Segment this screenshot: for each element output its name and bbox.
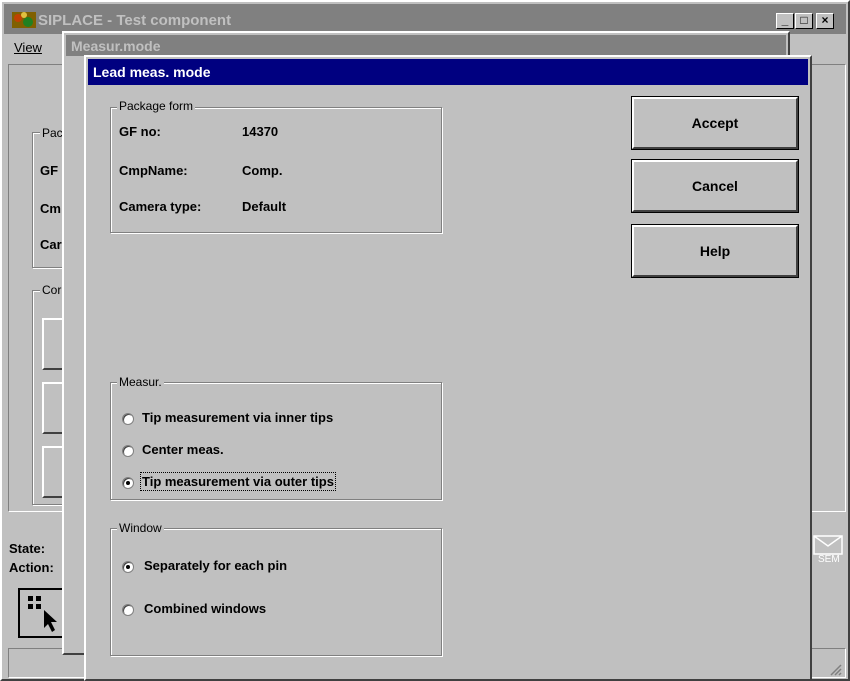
main-comp-legend: Cor <box>40 283 64 297</box>
main-package-legend: Pac <box>40 126 65 140</box>
radio-inner-tips[interactable]: Tip measurement via inner tips <box>122 410 422 428</box>
radio-outer-tips-label: Tip measurement via outer tips <box>140 472 336 491</box>
sem-icon: SEM <box>810 532 846 572</box>
measur-legend: Measur. <box>117 375 164 389</box>
radio-center-meas-circle[interactable] <box>122 445 134 457</box>
radio-inner-tips-circle[interactable] <box>122 413 134 425</box>
radio-outer-tips[interactable]: Tip measurement via outer tips <box>122 472 422 492</box>
maximize-button[interactable]: □ <box>795 13 813 29</box>
window-legend: Window <box>117 521 164 535</box>
pointer-grid-icon <box>28 596 57 632</box>
radio-combined-label: Combined windows <box>144 601 267 616</box>
action-label: Action: <box>9 560 54 575</box>
camera-type-label: Camera type: <box>119 199 202 214</box>
radio-center-meas[interactable]: Center meas. <box>122 442 422 460</box>
window-group <box>110 528 442 656</box>
gf-no-value: 14370 <box>242 124 279 139</box>
state-label: State: <box>9 541 46 556</box>
main-title-text: SIPLACE - Test component <box>38 12 232 29</box>
close-button[interactable]: × <box>816 13 834 29</box>
cancel-button[interactable]: Cancel <box>631 159 799 213</box>
radio-center-meas-label: Center meas. <box>142 442 224 457</box>
radio-separately-circle[interactable] <box>122 561 134 573</box>
main-gf-label: GF <box>40 163 59 178</box>
package-form-legend: Package form <box>117 99 196 113</box>
help-button[interactable]: Help <box>631 224 799 278</box>
minimize-button[interactable]: _ <box>776 13 794 29</box>
dialog-title-text: Lead meas. mode <box>93 64 211 80</box>
radio-combined-circle[interactable] <box>122 604 134 616</box>
radio-separately-label: Separately for each pin <box>144 558 288 573</box>
dialog-title-bar[interactable]: Lead meas. mode <box>88 59 808 85</box>
sem-label: SEM <box>818 554 840 565</box>
close-icon: × <box>821 13 829 27</box>
radio-inner-tips-label: Tip measurement via inner tips <box>142 410 334 425</box>
measur-title-bar[interactable]: Measur.mode <box>66 35 786 56</box>
radio-separately[interactable]: Separately for each pin <box>122 558 422 576</box>
radio-combined[interactable]: Combined windows <box>122 601 422 619</box>
main-title-bar[interactable]: SIPLACE - Test component _ □ × <box>4 4 846 34</box>
cmp-name-value: Comp. <box>242 163 283 178</box>
maximize-icon: □ <box>800 13 808 27</box>
resize-grip-icon[interactable] <box>828 662 842 676</box>
select-tool-button[interactable] <box>18 588 66 638</box>
radio-outer-tips-circle[interactable] <box>122 477 134 489</box>
lead-meas-dialog: Lead meas. mode Package form GF no: 1437… <box>84 55 812 681</box>
accept-button[interactable]: Accept <box>631 96 799 150</box>
measur-title-text: Measur.mode <box>71 38 161 54</box>
menu-view[interactable]: View <box>14 40 42 55</box>
cmp-name-label: CmpName: <box>119 163 188 178</box>
minimize-icon: _ <box>781 13 789 27</box>
main-cam-label: Car <box>40 237 62 252</box>
camera-type-value: Default <box>242 199 287 214</box>
app-logo-icon <box>12 10 36 30</box>
main-cmp-label: Cm <box>40 201 61 216</box>
gf-no-label: GF no: <box>119 124 161 139</box>
